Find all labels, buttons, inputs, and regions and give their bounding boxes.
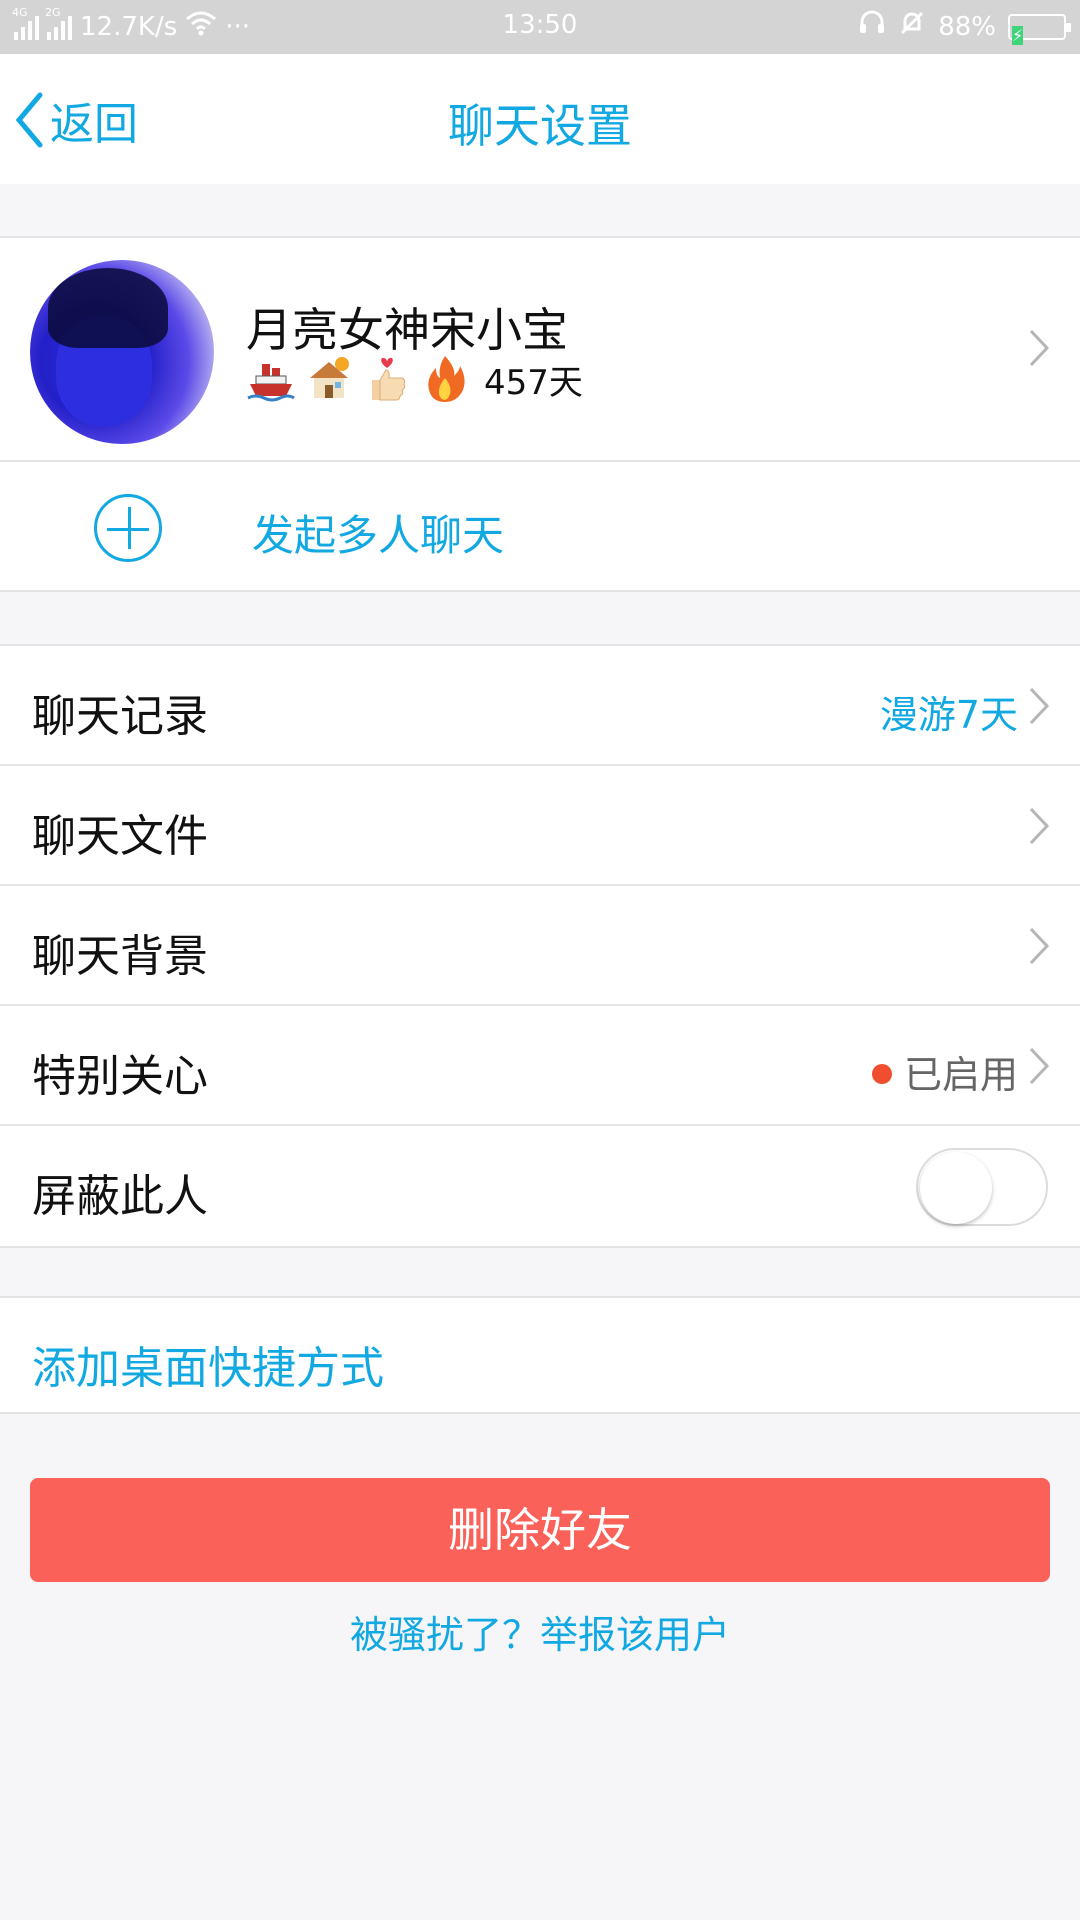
start-group-chat-button[interactable]: 发起多人聊天 [0, 462, 1080, 592]
plus-circle-icon [94, 494, 162, 562]
friendship-days: 457天 [484, 362, 583, 403]
status-bar: 4G 2G 12.7K/s ··· 13:50 88% ⚡ [0, 0, 1080, 54]
special-care-value: 已启用 [903, 1053, 1018, 1097]
block-user-toggle[interactable] [916, 1148, 1048, 1226]
mute-bell-icon [898, 10, 926, 43]
chat-history-value: 漫游7天 [879, 693, 1018, 737]
chat-background-row[interactable]: 聊天背景 [0, 886, 1080, 1006]
battery-percent: 88% [938, 11, 996, 42]
fire-icon [420, 354, 470, 404]
house-icon [304, 354, 354, 404]
chevron-right-icon [1029, 687, 1050, 725]
start-group-chat-label: 发起多人聊天 [252, 511, 505, 560]
chevron-right-icon [1029, 927, 1050, 965]
battery-icon: ⚡ [1008, 13, 1071, 45]
nav-bar: 返回 聊天设置 [0, 54, 1080, 184]
block-user-row: 屏蔽此人 [0, 1126, 1080, 1246]
chevron-right-icon [1029, 1047, 1050, 1085]
special-care-row[interactable]: 特别关心 已启用 [0, 1006, 1080, 1126]
status-dot [871, 1064, 892, 1084]
chevron-right-icon [1029, 329, 1050, 367]
thumbs-up-heart-icon [362, 354, 412, 404]
page-title: 聊天设置 [448, 99, 632, 153]
friendship-badges: 457天 [246, 354, 583, 404]
chevron-right-icon [1029, 807, 1050, 845]
toggle-knob [920, 1152, 992, 1224]
chat-files-row[interactable]: 聊天文件 [0, 766, 1080, 886]
delete-friend-button[interactable]: 删除好友 [30, 1478, 1050, 1582]
profile-card[interactable]: 月亮女神宋小宝 457天 [0, 236, 1080, 462]
settings-list: 聊天记录 漫游7天 聊天文件 聊天背景 特别关心 已启用 屏蔽此人 [0, 644, 1080, 1248]
ship-icon [246, 354, 296, 404]
chat-history-row[interactable]: 聊天记录 漫游7天 [0, 646, 1080, 766]
add-shortcut-button[interactable]: 添加桌面快捷方式 [0, 1296, 1080, 1414]
avatar[interactable] [30, 260, 214, 444]
headset-icon [858, 10, 886, 43]
contact-name: 月亮女神宋小宝 [246, 303, 568, 357]
report-user-link[interactable]: 被骚扰了？举报该用户 [0, 1604, 1080, 1659]
